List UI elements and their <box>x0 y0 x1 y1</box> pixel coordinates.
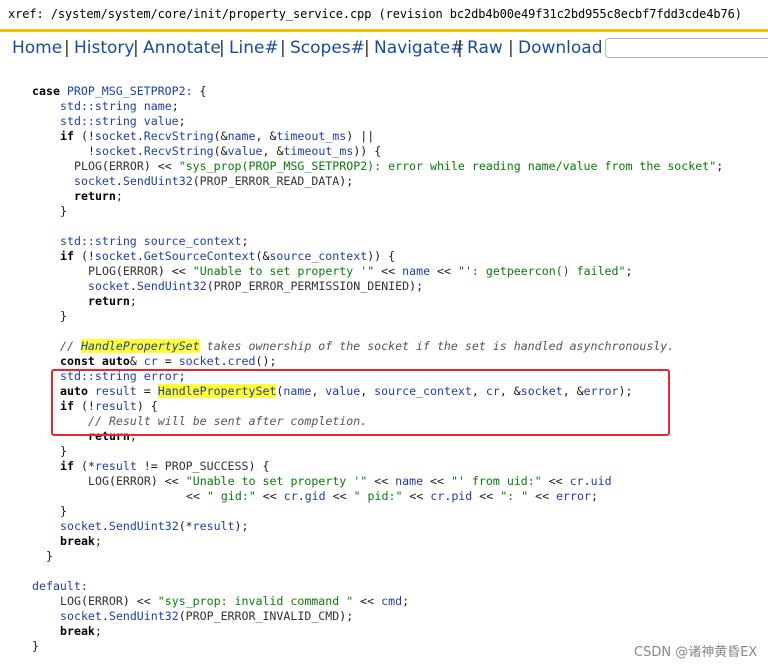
code-line: socket.SendUint32(PROP_ERROR_PERMISSION_… <box>88 279 424 293</box>
code-line: socket.SendUint32(PROP_ERROR_INVALID_CMD… <box>60 609 354 623</box>
code-line: socket.SendUint32(*result); <box>60 519 249 533</box>
search-input[interactable] <box>605 38 768 58</box>
code-line: std::string name; <box>60 99 179 113</box>
code-line: if (!socket.GetSourceContext(&source_con… <box>60 249 396 263</box>
code-line: !socket.RecvString(&value, &timeout_ms))… <box>88 144 382 158</box>
code-line: return; <box>74 189 123 203</box>
code-line: // HandlePropertySet takes ownership of … <box>60 339 675 353</box>
code-line: } <box>46 549 53 563</box>
code-line: LOG(ERROR) << "sys_prop: invalid command… <box>60 594 410 608</box>
code-line: break; <box>60 534 102 548</box>
nav-navigate-link[interactable]: Navigate# <box>374 38 465 58</box>
nav-annotate-link[interactable]: Annotate <box>143 38 221 58</box>
nav-scopes-link[interactable]: Scopes# <box>290 38 365 58</box>
code-line: case PROP_MSG_SETPROP2: { <box>32 84 207 98</box>
nav-separator: | <box>64 38 70 58</box>
code-line: const auto& cr = socket.cred(); <box>60 354 277 368</box>
nav-separator: | <box>280 38 286 58</box>
nav-home-link[interactable]: Home <box>12 38 62 58</box>
code-line: if (!socket.RecvString(&name, &timeout_m… <box>60 129 375 143</box>
code-line: } <box>60 309 67 323</box>
code-line: socket.SendUint32(PROP_ERROR_READ_DATA); <box>74 174 354 188</box>
nav-raw-link[interactable]: Raw <box>467 38 503 58</box>
xref-title-bar: xref: /system/system/core/init/property_… <box>0 0 768 32</box>
xref-title: xref: /system/system/core/init/property_… <box>8 7 742 21</box>
code-line: std::string source_context; <box>60 234 249 248</box>
annotation-highlight-box <box>51 369 670 436</box>
code-line: } <box>60 504 67 518</box>
nav-separator: | <box>133 38 139 58</box>
code-line: break; <box>60 624 102 638</box>
nav-download-link[interactable]: Download <box>518 38 603 58</box>
nav-separator: | <box>457 38 463 58</box>
code-line: } <box>60 444 67 458</box>
code-line: } <box>32 639 39 653</box>
code-line: default: <box>32 579 88 593</box>
code-line: } <box>60 204 67 218</box>
code-line: PLOG(ERROR) << "sys_prop(PROP_MSG_SETPRO… <box>74 159 724 173</box>
code-line: std::string value; <box>60 114 186 128</box>
nav-separator: | <box>364 38 370 58</box>
code-line: LOG(ERROR) << "Unable to set property '"… <box>88 474 612 488</box>
code-line: if (*result != PROP_SUCCESS) { <box>60 459 270 473</box>
nav-line-link[interactable]: Line# <box>229 38 279 58</box>
watermark: CSDN @诸神黄昏EX <box>634 645 758 660</box>
code-line: << " gid:" << cr.gid << " pid:" << cr.pi… <box>186 489 598 503</box>
nav-history-link[interactable]: History <box>74 38 134 58</box>
code-line: return; <box>88 294 137 308</box>
code-line: PLOG(ERROR) << "Unable to set property '… <box>88 264 633 278</box>
nav-separator: | <box>219 38 225 58</box>
nav-separator: | <box>508 38 514 58</box>
